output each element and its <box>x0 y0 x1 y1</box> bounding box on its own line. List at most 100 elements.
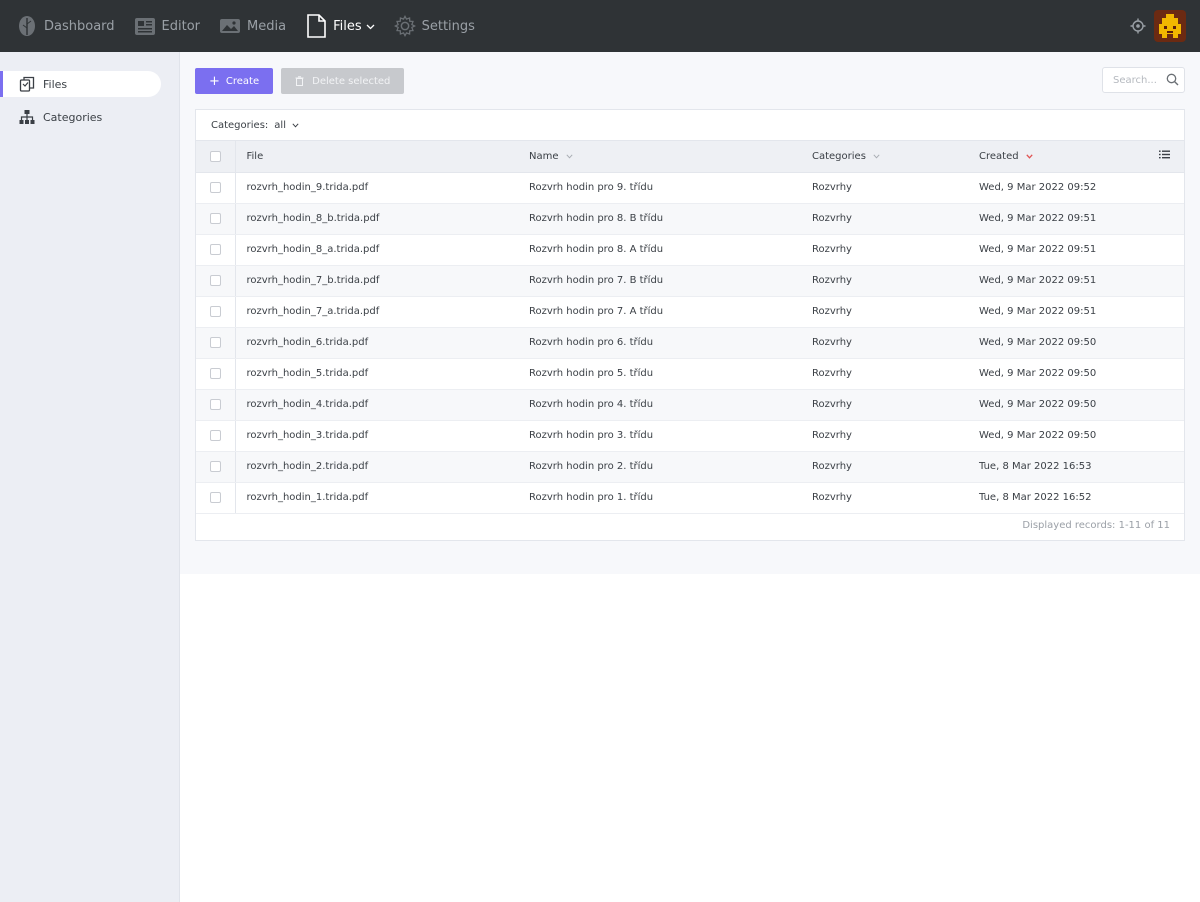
nav-editor[interactable]: Editor <box>134 0 200 52</box>
row-checkbox[interactable] <box>209 367 221 379</box>
table-body: rozvrh_hodin_9.trida.pdf Rozvrh hodin pro… <box>196 172 1184 514</box>
row-select-cell <box>196 203 236 235</box>
row-select-cell <box>196 296 236 328</box>
delete-selected-label: Delete selected <box>312 75 391 87</box>
cell-file: rozvrh_hodin_5.trida.pdf <box>235 358 518 390</box>
row-select-cell <box>196 234 236 266</box>
column-file-label: File <box>246 150 264 162</box>
nav-dashboard[interactable]: Dashboard <box>16 0 115 52</box>
cell-created: Wed, 9 Mar 2022 09:50 <box>968 327 1144 359</box>
row-select-cell <box>196 265 236 297</box>
select-all-checkbox[interactable] <box>209 150 221 162</box>
cell-category: Rozvrhy <box>801 172 968 204</box>
cell-name: Rozvrh hodin pro 5. třídu <box>518 358 801 390</box>
cell-created: Wed, 9 Mar 2022 09:50 <box>968 358 1144 390</box>
crosshair-icon[interactable] <box>1130 18 1146 34</box>
cell-name: Rozvrh hodin pro 1. třídu <box>518 482 801 514</box>
cell-name: Rozvrh hodin pro 9. třídu <box>518 172 801 204</box>
table-row[interactable]: rozvrh_hodin_2.trida.pdf Rozvrh hodin pro… <box>196 451 1184 483</box>
cell-category: Rozvrhy <box>801 327 968 359</box>
table-row[interactable]: rozvrh_hodin_7_b.trida.pdf Rozvrh hodin p… <box>196 265 1184 297</box>
nav-media[interactable]: Media <box>219 0 286 52</box>
records-count: Displayed records: 1-11 of 11 <box>1022 520 1170 531</box>
cell-category: Rozvrhy <box>801 389 968 421</box>
column-name-label: Name <box>529 150 559 162</box>
sort-icon <box>873 154 880 159</box>
sort-icon <box>565 154 573 159</box>
column-categories[interactable]: Categories <box>801 141 968 173</box>
sidebar-item-categories[interactable]: Categories <box>0 104 161 130</box>
table-row[interactable]: rozvrh_hodin_9.trida.pdf Rozvrh hodin pro… <box>196 172 1184 204</box>
cell-actions <box>1144 234 1184 266</box>
cell-file: rozvrh_hodin_6.trida.pdf <box>235 327 518 359</box>
sidebar-item-files[interactable]: Files <box>0 71 161 97</box>
row-select-cell <box>196 389 236 421</box>
table-row[interactable]: rozvrh_hodin_1.trida.pdf Rozvrh hodin pro… <box>196 482 1184 514</box>
cell-name: Rozvrh hodin pro 8. A třídu <box>518 234 801 266</box>
select-all-cell <box>196 141 236 173</box>
row-checkbox[interactable] <box>209 181 221 193</box>
file-icon <box>305 14 327 38</box>
column-file: File <box>235 141 518 173</box>
cell-file: rozvrh_hodin_1.trida.pdf <box>235 482 518 514</box>
cell-category: Rozvrhy <box>801 420 968 452</box>
cell-name: Rozvrh hodin pro 7. A třídu <box>518 296 801 328</box>
column-created-label: Created <box>979 150 1019 162</box>
row-checkbox[interactable] <box>209 491 221 503</box>
search-input[interactable] <box>1113 74 1161 86</box>
table-row[interactable]: rozvrh_hodin_6.trida.pdf Rozvrh hodin pro… <box>196 327 1184 359</box>
main-nav: Dashboard Editor Media Files Settings <box>0 0 494 52</box>
avatar[interactable] <box>1154 10 1186 42</box>
nav-files[interactable]: Files <box>305 0 375 52</box>
column-name[interactable]: Name <box>518 141 801 173</box>
table-row[interactable]: rozvrh_hodin_7_a.trida.pdf Rozvrh hodin p… <box>196 296 1184 328</box>
search-icon[interactable] <box>1166 73 1179 89</box>
row-checkbox[interactable] <box>209 460 221 472</box>
nav-dashboard-label: Dashboard <box>44 18 115 34</box>
cell-actions <box>1144 265 1184 297</box>
row-checkbox[interactable] <box>209 305 221 317</box>
nav-settings[interactable]: Settings <box>393 0 475 52</box>
category-filter-label: Categories: <box>211 119 269 131</box>
plus-icon: + <box>209 73 220 89</box>
category-filter-dropdown[interactable]: all <box>274 120 299 131</box>
row-select-cell <box>196 420 236 452</box>
newspaper-icon <box>134 14 156 38</box>
image-icon <box>219 14 241 38</box>
cell-file: rozvrh_hodin_9.trida.pdf <box>235 172 518 204</box>
leaf-icon <box>16 14 38 38</box>
row-checkbox[interactable] <box>209 212 221 224</box>
nav-editor-label: Editor <box>161 18 201 34</box>
row-select-cell <box>196 451 236 483</box>
delete-selected-button[interactable]: Delete selected <box>281 68 405 94</box>
cell-created: Tue, 8 Mar 2022 16:52 <box>968 482 1144 514</box>
cell-file: rozvrh_hodin_2.trida.pdf <box>235 451 518 483</box>
cell-name: Rozvrh hodin pro 2. třídu <box>518 451 801 483</box>
cell-file: rozvrh_hodin_8_b.trida.pdf <box>235 203 518 235</box>
column-settings[interactable] <box>1144 141 1184 173</box>
table-row[interactable]: rozvrh_hodin_8_a.trida.pdf Rozvrh hodin p… <box>196 234 1184 266</box>
row-checkbox[interactable] <box>209 429 221 441</box>
row-checkbox[interactable] <box>209 243 221 255</box>
hierarchy-icon <box>19 109 35 125</box>
row-checkbox[interactable] <box>209 274 221 286</box>
nav-files-label: Files <box>333 18 362 34</box>
table-row[interactable]: rozvrh_hodin_4.trida.pdf Rozvrh hodin pro… <box>196 389 1184 421</box>
table-row[interactable]: rozvrh_hodin_3.trida.pdf Rozvrh hodin pro… <box>196 420 1184 452</box>
create-button-label: Create <box>225 75 260 87</box>
table-row[interactable]: rozvrh_hodin_5.trida.pdf Rozvrh hodin pro… <box>196 358 1184 390</box>
row-checkbox[interactable] <box>209 398 221 410</box>
column-categories-label: Categories <box>812 150 866 162</box>
trash-icon <box>295 76 304 86</box>
table-row[interactable]: rozvrh_hodin_8_b.trida.pdf Rozvrh hodin p… <box>196 203 1184 235</box>
cell-file: rozvrh_hodin_4.trida.pdf <box>235 389 518 421</box>
create-button[interactable]: + Create <box>195 68 274 94</box>
cell-created: Wed, 9 Mar 2022 09:51 <box>968 234 1144 266</box>
cell-category: Rozvrhy <box>801 234 968 266</box>
column-created[interactable]: Created <box>968 141 1144 173</box>
row-select-cell <box>196 482 236 514</box>
row-checkbox[interactable] <box>209 336 221 348</box>
files-panel: Categories: all File Name Categories Cre… <box>195 109 1185 541</box>
cell-category: Rozvrhy <box>801 358 968 390</box>
cell-category: Rozvrhy <box>801 203 968 235</box>
